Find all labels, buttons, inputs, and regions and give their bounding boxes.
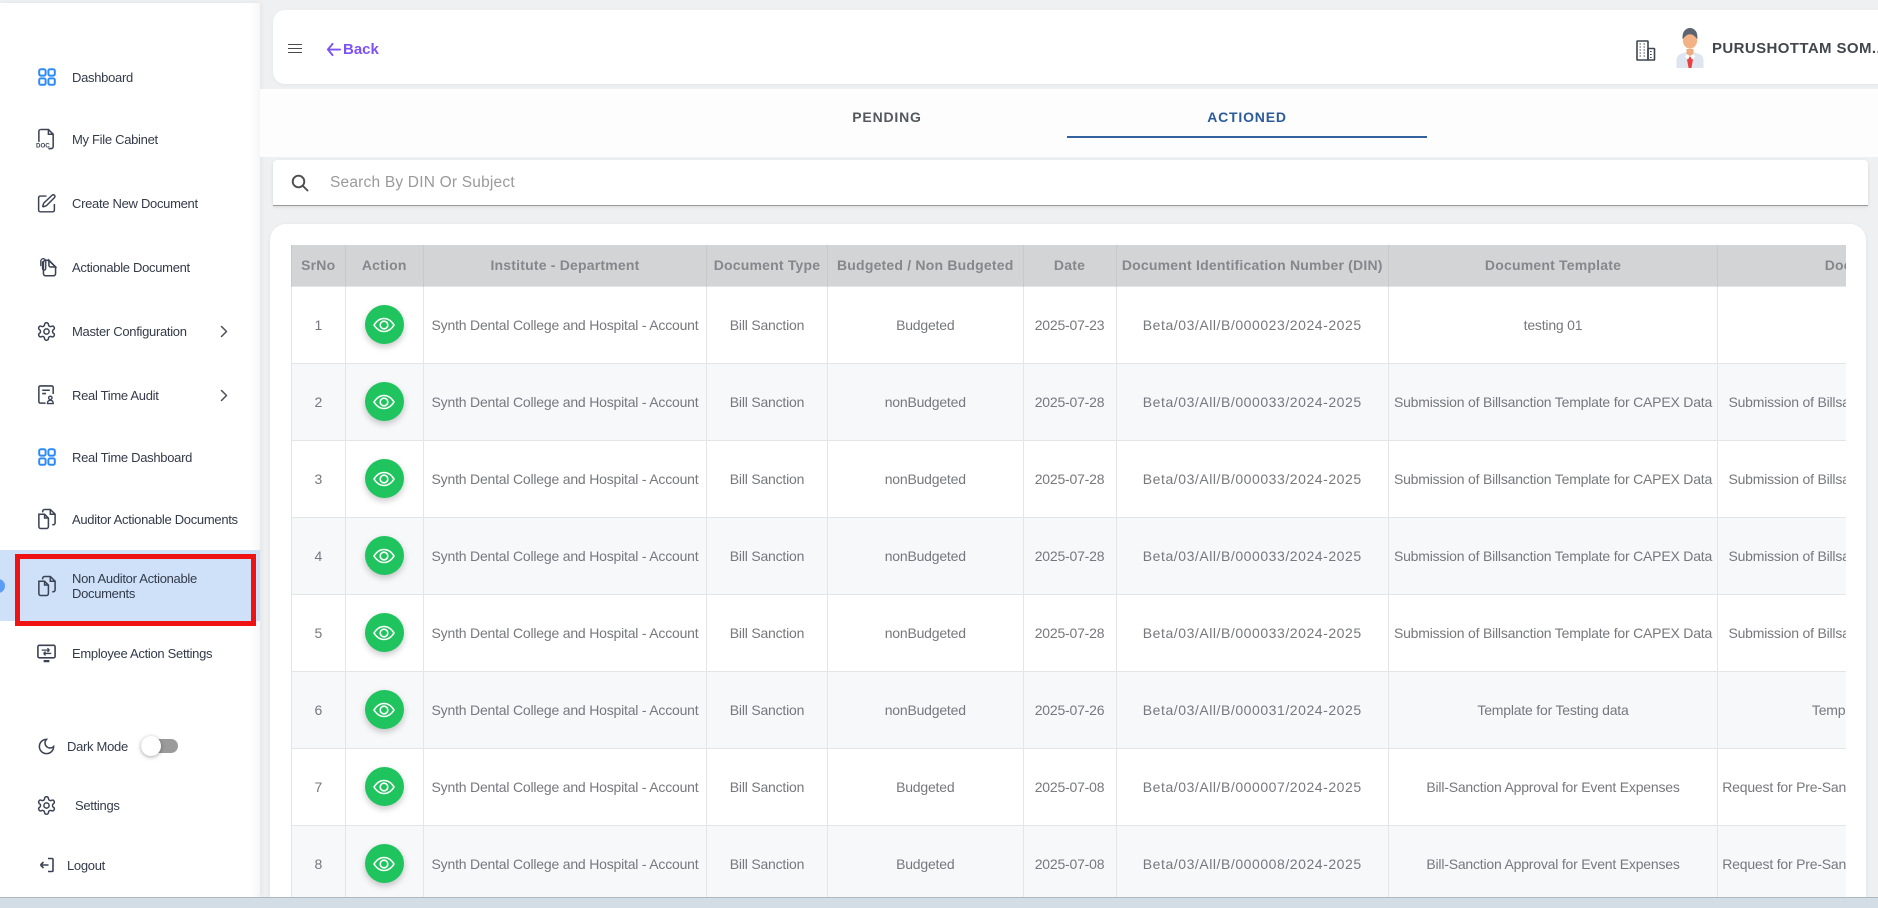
svg-text:DOC: DOC	[36, 142, 50, 149]
